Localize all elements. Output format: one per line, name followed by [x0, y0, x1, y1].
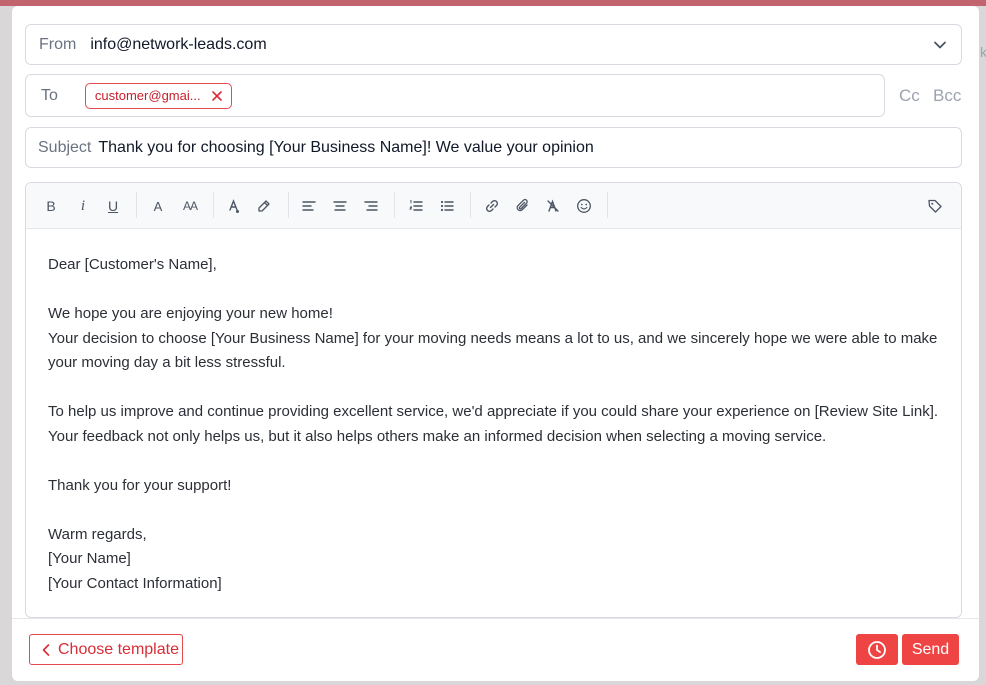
emoji-icon[interactable] — [574, 196, 594, 216]
email-greeting: Dear [Customer's Name], — [48, 256, 217, 273]
clock-icon — [868, 640, 886, 659]
subject-field[interactable]: Subject Thank you for choosing [Your Bus… — [25, 127, 962, 168]
toolbar-divider — [394, 192, 395, 218]
align-center-icon[interactable] — [330, 196, 350, 216]
compose-email-modal: From info@network-leads.com To customer@… — [12, 6, 979, 681]
email-signature: Warm regards, [Your Name] [Your Contact … — [48, 523, 939, 597]
toolbar-divider — [288, 192, 289, 218]
text-color-icon[interactable] — [224, 196, 244, 216]
background-edge-text: k — [980, 44, 986, 60]
email-paragraph-1-line-2: Your decision to choose [Your Business N… — [48, 329, 938, 372]
subject-label: Subject — [38, 138, 92, 156]
email-body[interactable]: Dear [Customer's Name], We hope you are … — [26, 229, 961, 596]
remove-recipient-icon[interactable] — [211, 90, 223, 102]
italic-icon[interactable]: i — [73, 196, 93, 216]
toolbar-divider — [470, 192, 471, 218]
clear-format-icon[interactable] — [543, 196, 563, 216]
chevron-down-icon[interactable] — [933, 38, 947, 52]
email-paragraph-1-line-1: We hope you are enjoying your new home! — [48, 305, 333, 322]
bold-icon[interactable]: B — [41, 196, 61, 216]
bcc-button[interactable]: Bcc — [933, 86, 961, 106]
toolbar-divider — [136, 192, 137, 218]
cc-button[interactable]: Cc — [899, 86, 920, 106]
toolbar-divider — [213, 192, 214, 218]
email-thanks: Thank you for your support! — [48, 476, 232, 494]
send-button[interactable]: Send — [902, 634, 959, 665]
from-label: From — [39, 35, 77, 53]
rich-text-editor: B i U A AA Dear [Customer's Name], We ho… — [25, 182, 962, 618]
to-label: To — [41, 86, 58, 104]
editor-toolbar: B i U A AA — [26, 183, 961, 229]
choose-template-button[interactable]: Choose template — [29, 634, 183, 665]
align-right-icon[interactable] — [361, 196, 381, 216]
tag-icon[interactable] — [925, 196, 945, 216]
signature-line-3: [Your Contact Information] — [48, 574, 222, 592]
link-icon[interactable] — [482, 196, 502, 216]
highlight-icon[interactable] — [254, 196, 274, 216]
recipient-chip-label: customer@gmai... — [94, 88, 201, 103]
bullet-list-icon[interactable] — [437, 196, 457, 216]
from-value: info@network-leads.com — [90, 35, 267, 53]
from-field[interactable]: From info@network-leads.com — [25, 24, 962, 65]
signature-line-2: [Your Name] — [48, 550, 131, 567]
recipient-chip[interactable]: customer@gmai... — [84, 82, 232, 109]
email-paragraph-1: We hope you are enjoying your new home! … — [48, 302, 939, 376]
email-paragraph-2: To help us improve and continue providin… — [48, 403, 939, 445]
signature-line-1: Warm regards, — [48, 525, 147, 543]
subject-value: Thank you for choosing [Your Business Na… — [98, 138, 594, 156]
ordered-list-icon[interactable] — [406, 196, 426, 216]
underline-icon[interactable]: U — [103, 196, 123, 216]
attachment-icon[interactable] — [513, 196, 533, 216]
footer-divider — [12, 618, 979, 619]
font-icon[interactable]: A — [148, 196, 168, 216]
toolbar-divider — [607, 192, 608, 218]
chevron-left-icon — [42, 643, 50, 656]
to-field[interactable]: To customer@gmai... — [25, 74, 885, 117]
font-size-icon[interactable]: AA — [178, 196, 202, 216]
choose-template-label: Choose template — [58, 640, 179, 658]
align-left-icon[interactable] — [299, 196, 319, 216]
schedule-send-button[interactable] — [856, 634, 898, 665]
